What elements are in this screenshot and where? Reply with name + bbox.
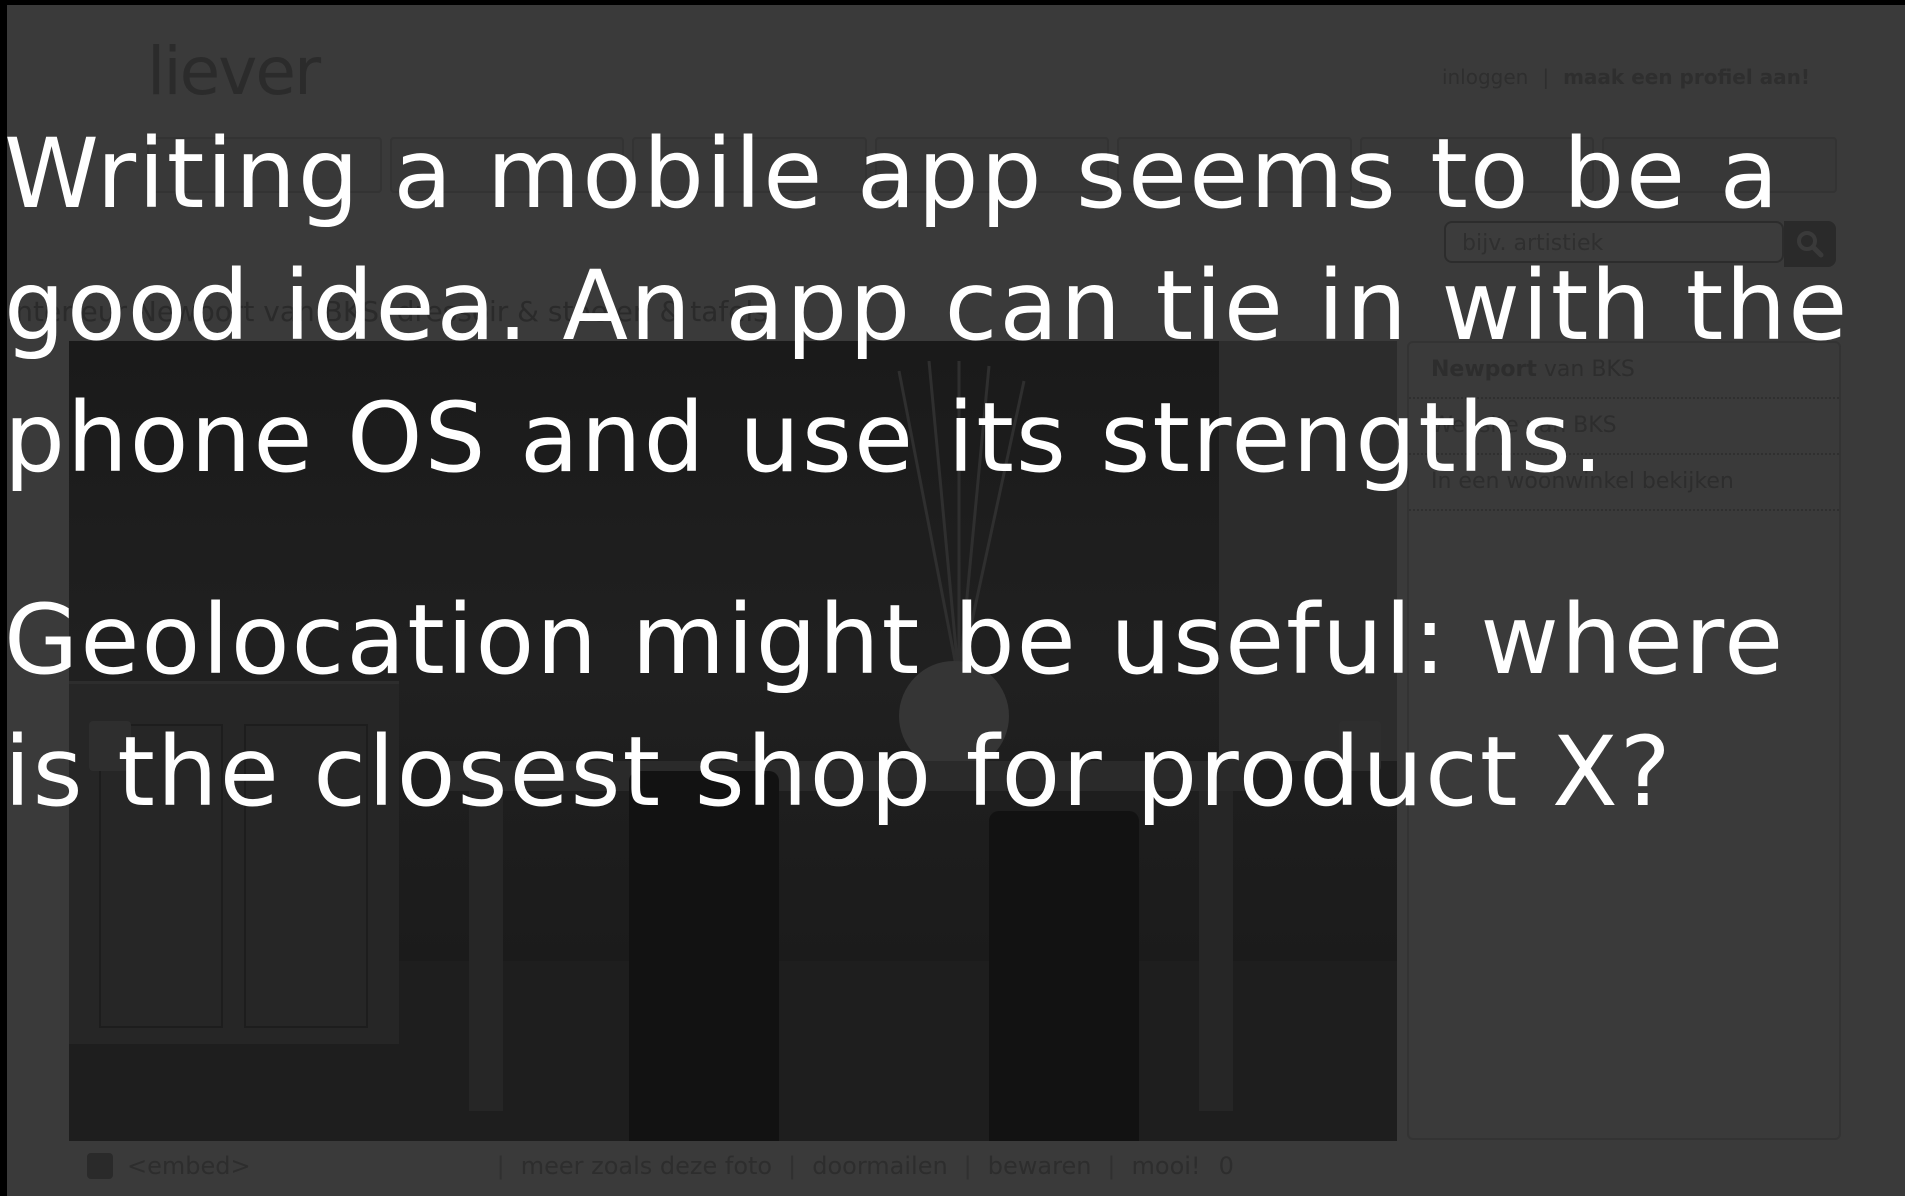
like-link[interactable]: mooi!	[1132, 1152, 1201, 1180]
login-link[interactable]: inloggen	[1442, 65, 1528, 89]
more-like-this-link[interactable]: meer zoals deze foto	[521, 1152, 772, 1180]
slide-paragraph-1: Writing a mobile app seems to be a good …	[4, 118, 1850, 494]
separator: |	[496, 1152, 505, 1180]
like-count: 0	[1218, 1152, 1234, 1180]
slide-paragraph-2: Geolocation might be useful: where is th…	[4, 584, 1786, 828]
photo-action-bar: <embed> | meer zoals deze foto | doormai…	[69, 1143, 1397, 1189]
embed-link[interactable]: <embed>	[127, 1152, 251, 1180]
save-link[interactable]: bewaren	[988, 1152, 1092, 1180]
mail-link[interactable]: doormailen	[812, 1152, 947, 1180]
register-link[interactable]: maak een profiel aan!	[1563, 65, 1810, 89]
separator: |	[963, 1152, 972, 1180]
top-links: inloggen | maak een profiel aan!	[1442, 65, 1810, 89]
slide: liever inloggen | maak een profiel aan! …	[0, 0, 1905, 1196]
top-links-separator: |	[1542, 65, 1550, 89]
site-logo: liever	[147, 33, 321, 110]
plus-icon[interactable]	[87, 1153, 113, 1179]
slide-text: Writing a mobile app seems to be a good …	[4, 108, 1894, 908]
separator: |	[788, 1152, 797, 1180]
separator: |	[1107, 1152, 1116, 1180]
